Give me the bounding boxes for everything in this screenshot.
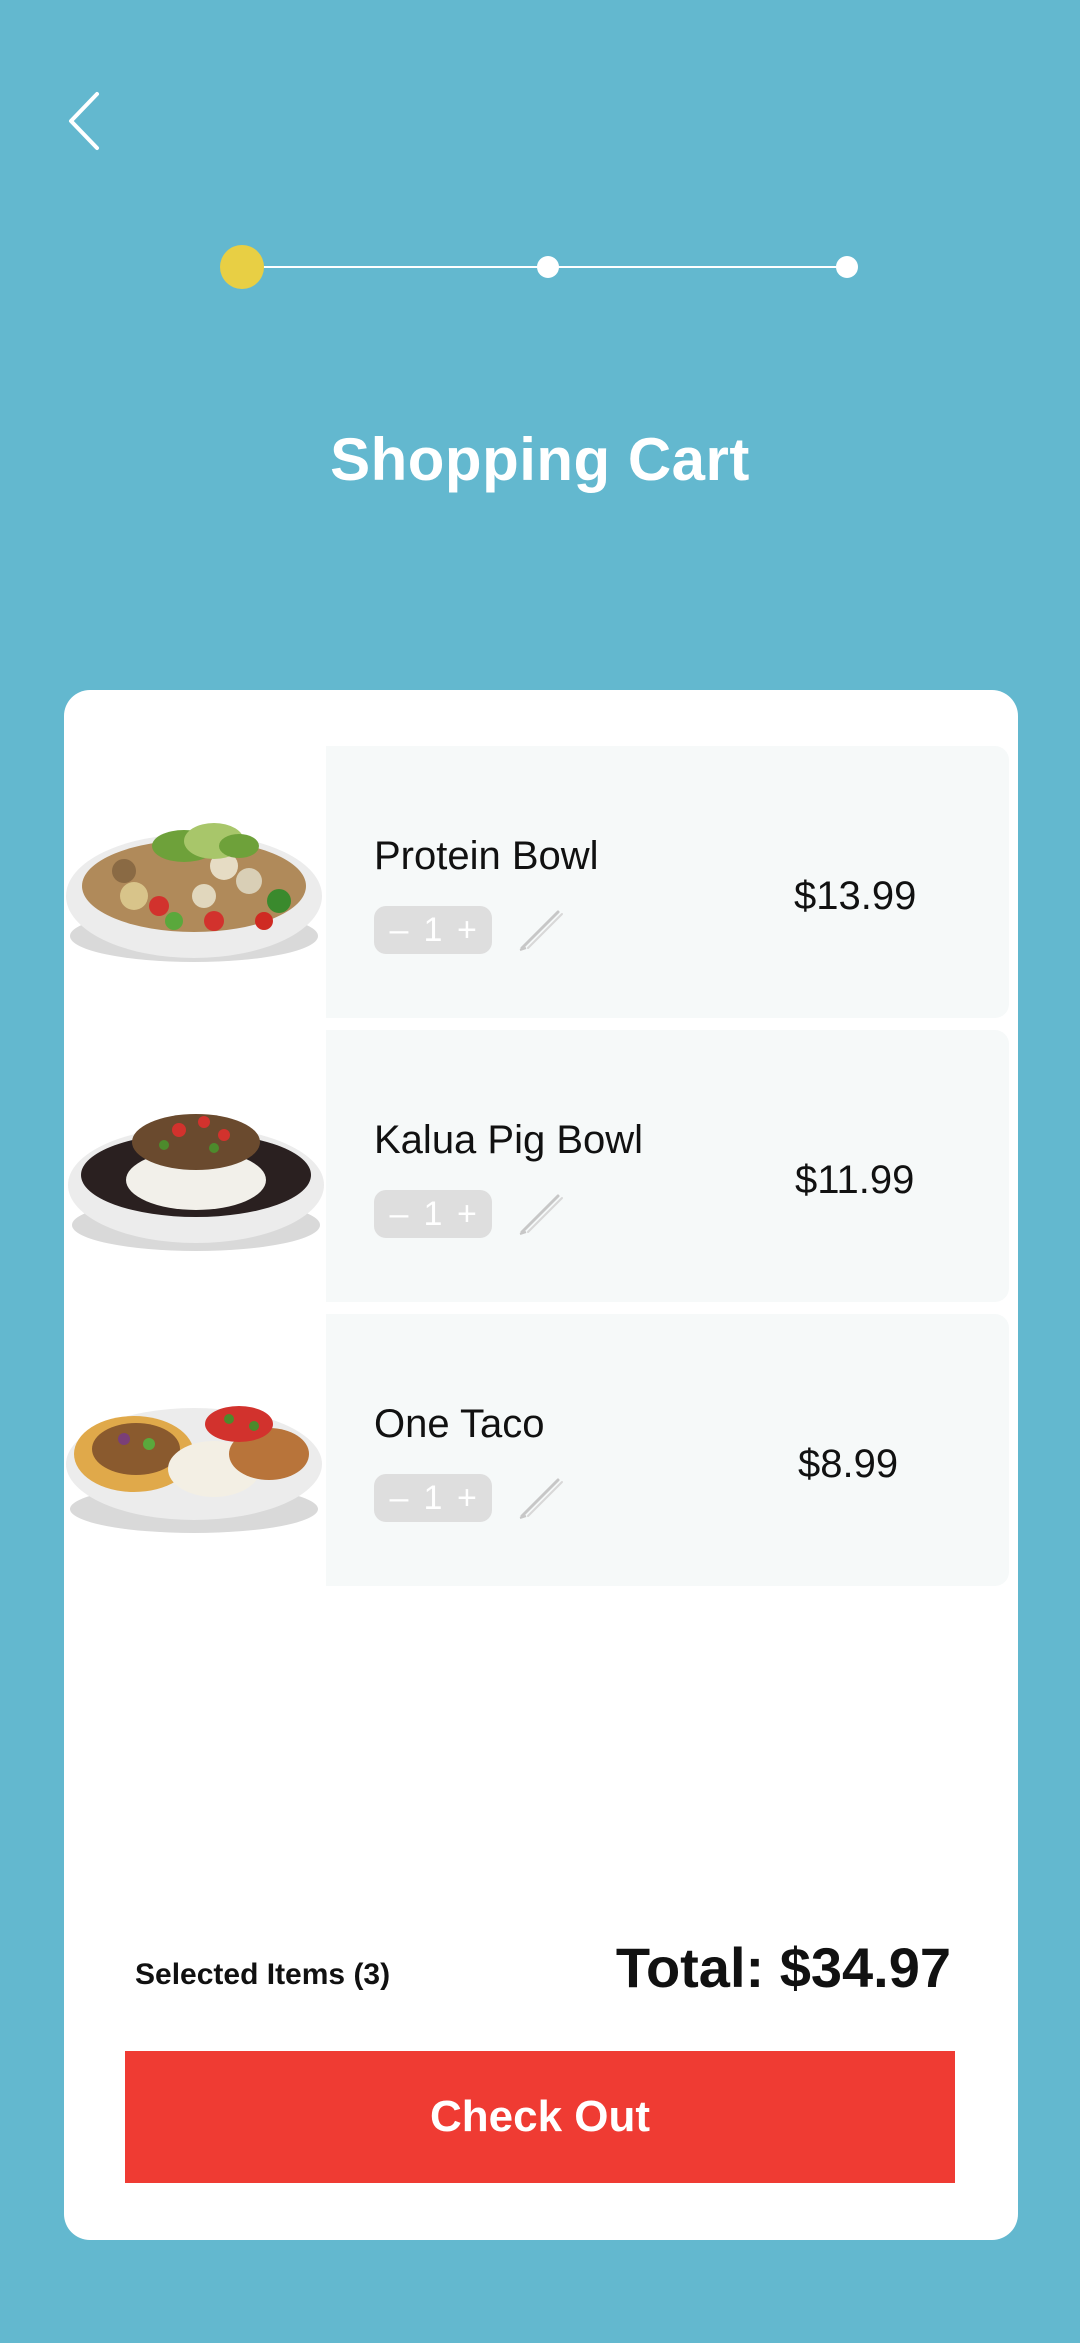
increase-quantity-button[interactable]: +: [452, 1190, 482, 1238]
item-price: $13.99: [794, 874, 917, 918]
edit-icon[interactable]: [516, 1188, 566, 1238]
increase-quantity-button[interactable]: +: [452, 906, 482, 954]
item-name: One Taco: [374, 1402, 545, 1446]
page-title: Shopping Cart: [330, 426, 750, 493]
quantity-stepper: – 1 +: [374, 1190, 492, 1238]
order-total: Total: $34.97: [615, 1936, 951, 1999]
cart-card: Protein Bowl – 1 + $13.99 Kalua Pig Bowl…: [64, 690, 1018, 2240]
item-price: $11.99: [795, 1158, 915, 1202]
quantity-value: 1: [423, 1479, 443, 1517]
progress-step-2: [537, 256, 559, 278]
protein-bowl-image: [64, 746, 326, 1018]
item-name: Kalua Pig Bowl: [374, 1118, 644, 1162]
quantity-value: 1: [423, 911, 443, 949]
kalua-pig-bowl-image: [64, 1030, 326, 1302]
cart-item-protein-bowl[interactable]: Protein Bowl – 1 + $13.99: [64, 746, 1009, 1018]
decrease-quantity-button[interactable]: –: [384, 1474, 414, 1522]
item-price: $8.99: [798, 1442, 899, 1486]
cart-item-kalua-pig-bowl[interactable]: Kalua Pig Bowl – 1 + $11.99: [64, 1030, 1009, 1302]
increase-quantity-button[interactable]: +: [452, 1474, 482, 1522]
checkout-button[interactable]: Check Out: [125, 2051, 955, 2183]
quantity-value: 1: [423, 1195, 443, 1233]
chevron-left-icon: [69, 92, 99, 150]
back-button[interactable]: [60, 86, 110, 156]
progress-step-1: [220, 245, 264, 289]
quantity-stepper: – 1 +: [374, 1474, 492, 1522]
quantity-stepper: – 1 +: [374, 906, 492, 954]
edit-icon[interactable]: [516, 904, 566, 954]
cart-item-one-taco[interactable]: One Taco – 1 + $8.99: [64, 1314, 1009, 1586]
one-taco-image: [64, 1314, 326, 1586]
progress-step-3: [836, 256, 858, 278]
item-name: Protein Bowl: [374, 834, 599, 878]
selected-items-count: Selected Items (3): [135, 1958, 391, 1991]
decrease-quantity-button[interactable]: –: [384, 906, 414, 954]
edit-icon[interactable]: [516, 1472, 566, 1522]
decrease-quantity-button[interactable]: –: [384, 1190, 414, 1238]
checkout-progress-stepper: [220, 245, 860, 289]
